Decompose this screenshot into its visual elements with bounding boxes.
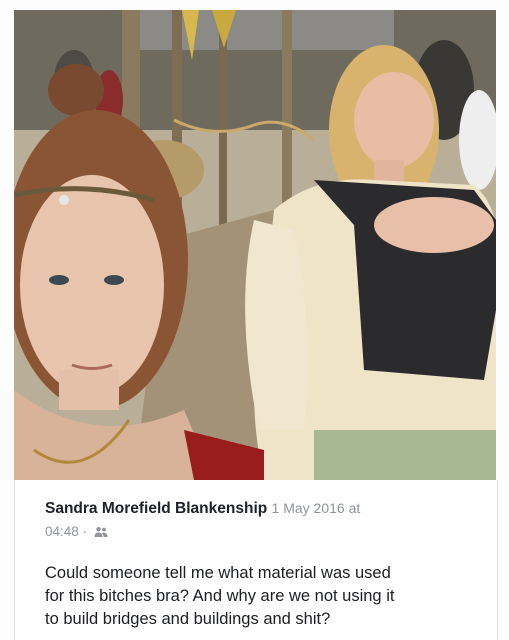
post-date[interactable]: 1 May 2016 at [272, 500, 361, 516]
post-card: Sandra Morefield Blankenship 1 May 2016 … [0, 0, 509, 640]
post-text-line: Could someone tell me what material was … [45, 564, 391, 582]
post-text: Could someone tell me what material was … [45, 562, 485, 631]
post-text-line: to build bridges and buildings and shit? [45, 610, 331, 628]
meta-separator: · [82, 524, 88, 539]
photo-illustration [14, 10, 496, 480]
post-body: Sandra Morefield Blankenship 1 May 2016 … [14, 480, 498, 640]
friends-icon[interactable] [94, 525, 108, 543]
post-meta: 04:48 · [45, 523, 108, 543]
post-time[interactable]: 04:48 [45, 524, 79, 539]
post-photo[interactable] [14, 10, 496, 480]
author-name[interactable]: Sandra Morefield Blankenship [45, 500, 267, 517]
post-header: Sandra Morefield Blankenship 1 May 2016 … [45, 497, 475, 520]
post-text-line: for this bitches bra? And why are we not… [45, 587, 395, 605]
